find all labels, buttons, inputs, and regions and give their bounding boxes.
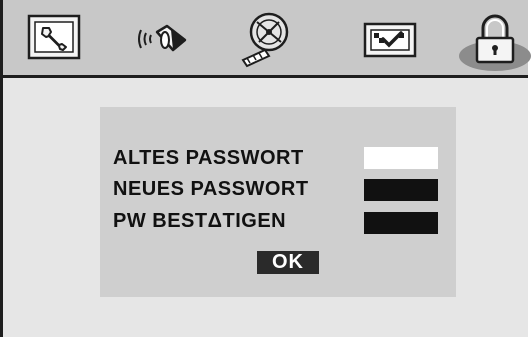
password-dialog: ALTES PASSWORT NEUES PASSWORT PW BESTΔTI… — [100, 107, 456, 297]
confirm-password-field[interactable] — [364, 212, 438, 234]
tab-audio[interactable] — [121, 8, 201, 68]
content-area: ALTES PASSWORT NEUES PASSWORT PW BESTΔTI… — [3, 78, 528, 337]
new-password-label: NEUES PASSWORT — [113, 178, 309, 200]
checkmark-board-icon — [363, 22, 417, 58]
tab-settings[interactable] — [15, 8, 95, 68]
tab-preferences[interactable] — [349, 8, 429, 68]
menu-tab-bar — [3, 0, 531, 78]
padlock-icon — [459, 14, 531, 71]
ok-button[interactable]: OK — [257, 251, 319, 274]
confirm-password-label: PW BESTΔTIGEN — [113, 210, 287, 232]
film-reel-icon — [241, 12, 289, 68]
tab-password[interactable] — [455, 4, 531, 71]
tab-video[interactable] — [229, 8, 309, 68]
speaker-icon — [138, 24, 187, 52]
old-password-label: ALTES PASSWORT — [113, 147, 304, 169]
new-password-field[interactable] — [364, 179, 438, 201]
old-password-field[interactable] — [364, 147, 438, 169]
wrench-icon — [27, 14, 81, 60]
